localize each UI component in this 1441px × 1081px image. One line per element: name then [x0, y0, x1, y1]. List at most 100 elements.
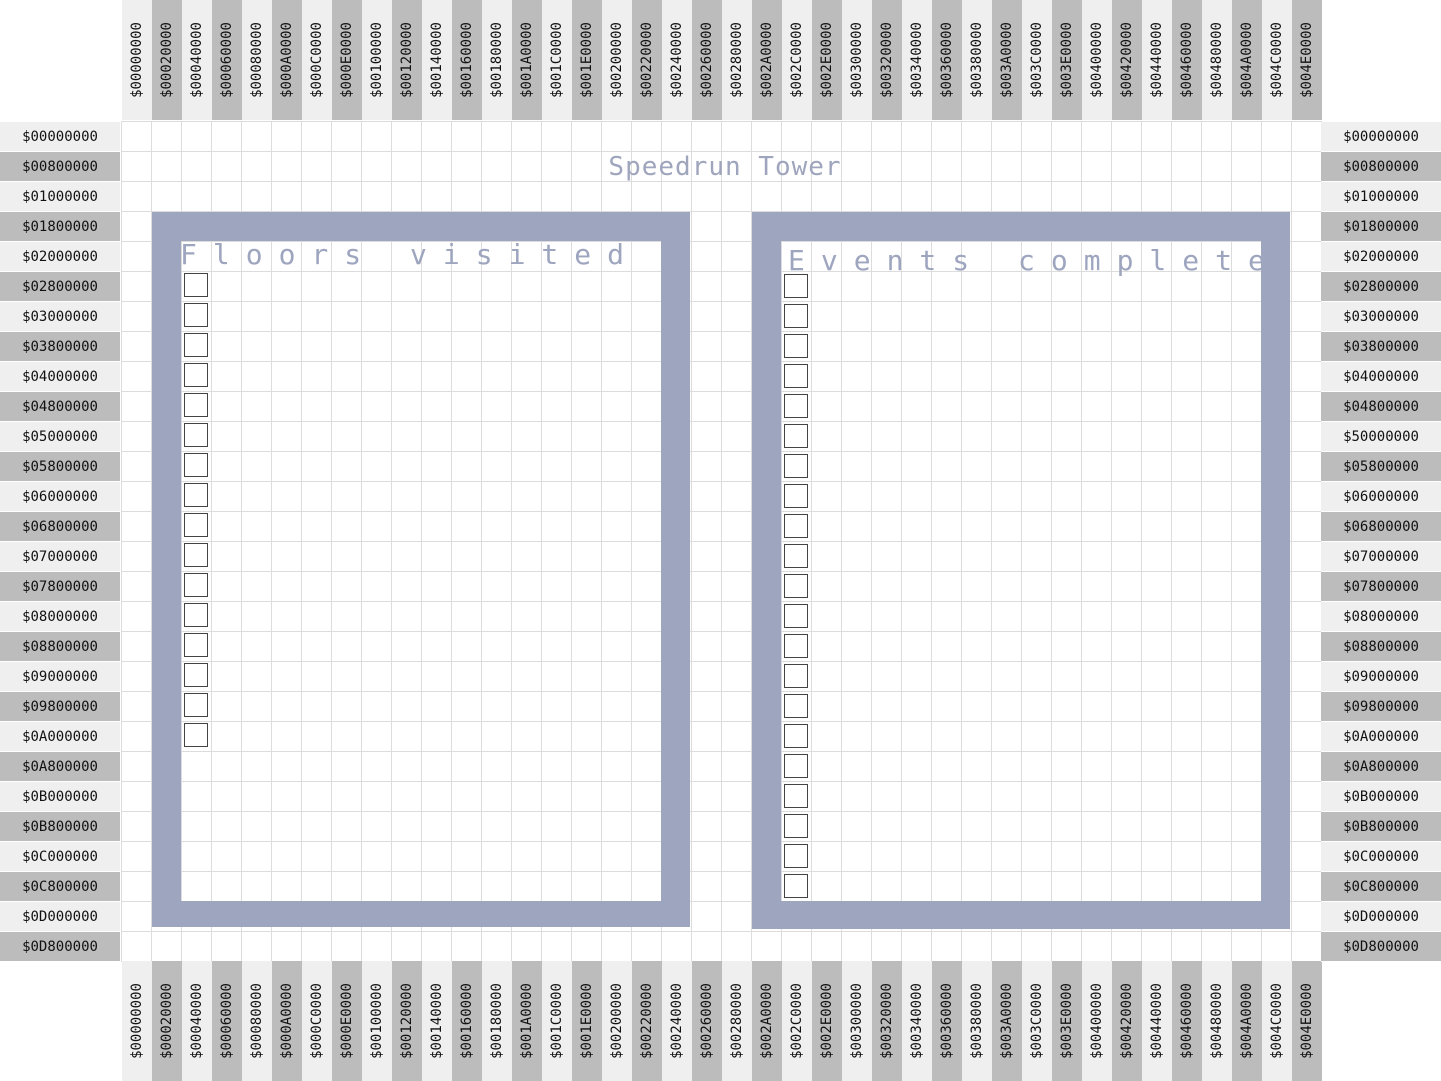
ruler-right-row-label: $06800000 — [1321, 512, 1441, 542]
ruler-bottom-column-label-text: $002C0000 — [789, 983, 805, 1059]
events-panel — [781, 241, 1261, 901]
ruler-top-column-label: $00320000 — [872, 0, 902, 120]
ruler-bottom-column-label-text: $003E0000 — [1059, 983, 1075, 1059]
floor-checkbox[interactable] — [184, 303, 208, 327]
ruler-top-column-label: $00260000 — [692, 0, 722, 120]
ruler-bottom-column-label-text: $00200000 — [609, 983, 625, 1059]
floor-checkbox[interactable] — [184, 543, 208, 567]
ruler-bottom-column-label: $003C0000 — [1022, 961, 1052, 1081]
ruler-bottom-column-label-text: $001E0000 — [579, 983, 595, 1059]
ruler-top-column-label: $00360000 — [932, 0, 962, 120]
ruler-top-column-label: $00100000 — [362, 0, 392, 120]
floor-checkbox[interactable] — [184, 573, 208, 597]
floor-checkbox[interactable] — [184, 693, 208, 717]
ruler-top-column-label-text: $00180000 — [489, 22, 505, 98]
ruler-top-column-label-text: $003A0000 — [999, 22, 1015, 98]
ruler-bottom-column-label: $000A0000 — [272, 961, 302, 1081]
ruler-left-row-label: $02000000 — [0, 242, 120, 272]
ruler-top-column-label: $00340000 — [902, 0, 932, 120]
event-checkbox[interactable] — [784, 724, 808, 748]
floor-checkbox[interactable] — [184, 273, 208, 297]
ruler-top-column-label-text: $00120000 — [399, 22, 415, 98]
event-checkbox[interactable] — [784, 304, 808, 328]
ruler-top-column-label-text: $00340000 — [909, 22, 925, 98]
ruler-right-row-label: $04000000 — [1321, 362, 1441, 392]
ruler-bottom-column-label-text: $004E0000 — [1299, 983, 1315, 1059]
ruler-bottom-column-label: $00060000 — [212, 961, 242, 1081]
ruler-bottom-column-label: $00280000 — [722, 961, 752, 1081]
ruler-left-row-label: $09000000 — [0, 662, 120, 692]
ruler-left-row-label: $0D800000 — [0, 932, 120, 962]
event-checkbox[interactable] — [784, 754, 808, 778]
floor-checkbox[interactable] — [184, 513, 208, 537]
ruler-bottom-column-label: $00480000 — [1202, 961, 1232, 1081]
ruler-bottom-column-label-text: $00160000 — [459, 983, 475, 1059]
floor-checkbox[interactable] — [184, 483, 208, 507]
event-checkbox[interactable] — [784, 424, 808, 448]
event-checkbox[interactable] — [784, 874, 808, 898]
ruler-bottom-column-label: $00420000 — [1112, 961, 1142, 1081]
ruler-top-column-label-text: $00380000 — [969, 22, 985, 98]
ruler-top-column-label: $004E0000 — [1292, 0, 1322, 120]
ruler-bottom-column-label: $004A0000 — [1232, 961, 1262, 1081]
event-checkbox[interactable] — [784, 364, 808, 388]
ruler-top-column-label: $00080000 — [242, 0, 272, 120]
floor-checkbox[interactable] — [184, 633, 208, 657]
ruler-top-column-label: $00220000 — [632, 0, 662, 120]
ruler-left-row-label: $07000000 — [0, 542, 120, 572]
event-checkbox[interactable] — [784, 394, 808, 418]
floor-checkbox[interactable] — [184, 423, 208, 447]
ruler-right-row-label: $08000000 — [1321, 602, 1441, 632]
ruler-bottom-column-label-text: $002A0000 — [759, 983, 775, 1059]
event-checkbox[interactable] — [784, 634, 808, 658]
ruler-bottom-column-label-text: $00260000 — [699, 983, 715, 1059]
floor-checkbox[interactable] — [184, 363, 208, 387]
event-checkbox[interactable] — [784, 844, 808, 868]
ruler-left-row-label: $04800000 — [0, 392, 120, 422]
ruler-left-row-label: $03000000 — [0, 302, 120, 332]
event-checkbox[interactable] — [784, 694, 808, 718]
event-checkbox[interactable] — [784, 274, 808, 298]
ruler-bottom-column-label: $002E0000 — [812, 961, 842, 1081]
ruler-top-column-label-text: $00000000 — [129, 22, 145, 98]
ruler-right-row-label: $00800000 — [1321, 152, 1441, 182]
ruler-left-row-label: $00800000 — [0, 152, 120, 182]
event-checkbox[interactable] — [784, 664, 808, 688]
event-checkbox[interactable] — [784, 334, 808, 358]
ruler-left-row-label: $0A000000 — [0, 722, 120, 752]
floor-checkbox[interactable] — [184, 663, 208, 687]
floor-checkbox[interactable] — [184, 603, 208, 627]
event-checkbox[interactable] — [784, 604, 808, 628]
ruler-top-column-label-text: $000E0000 — [339, 22, 355, 98]
ruler-bottom-column-label-text: $00280000 — [729, 983, 745, 1059]
ruler-bottom-column-label-text: $00300000 — [849, 983, 865, 1059]
ruler-right-row-label: $0A000000 — [1321, 722, 1441, 752]
event-checkbox[interactable] — [784, 814, 808, 838]
ruler-left-row-label: $04000000 — [0, 362, 120, 392]
floor-checkbox[interactable] — [184, 723, 208, 747]
ruler-left-row-label: $0B000000 — [0, 782, 120, 812]
floor-checkbox[interactable] — [184, 393, 208, 417]
ruler-top-column-label-text: $003C0000 — [1029, 22, 1045, 98]
ruler-right-row-label: $02800000 — [1321, 272, 1441, 302]
ruler-bottom-column-label-text: $00040000 — [189, 983, 205, 1059]
event-checkbox[interactable] — [784, 544, 808, 568]
event-checkbox[interactable] — [784, 784, 808, 808]
event-checkbox[interactable] — [784, 454, 808, 478]
ruler-top-column-label: $00040000 — [182, 0, 212, 120]
ruler-top-column-label-text: $00460000 — [1179, 22, 1195, 98]
ruler-top-column-label: $00380000 — [962, 0, 992, 120]
event-checkbox[interactable] — [784, 514, 808, 538]
ruler-top-column-label: $00200000 — [602, 0, 632, 120]
ruler-top-column-label: $002E0000 — [812, 0, 842, 120]
ruler-bottom-column-label: $00180000 — [482, 961, 512, 1081]
ruler-bottom-column-label: $003E0000 — [1052, 961, 1082, 1081]
ruler-top-column-label-text: $003E0000 — [1059, 22, 1075, 98]
floor-checkbox[interactable] — [184, 453, 208, 477]
floor-checkbox[interactable] — [184, 333, 208, 357]
ruler-top-column-label: $001C0000 — [542, 0, 572, 120]
event-checkbox[interactable] — [784, 484, 808, 508]
ruler-bottom-column-label: $004E0000 — [1292, 961, 1322, 1081]
ruler-top-column-label: $000A0000 — [272, 0, 302, 120]
event-checkbox[interactable] — [784, 574, 808, 598]
